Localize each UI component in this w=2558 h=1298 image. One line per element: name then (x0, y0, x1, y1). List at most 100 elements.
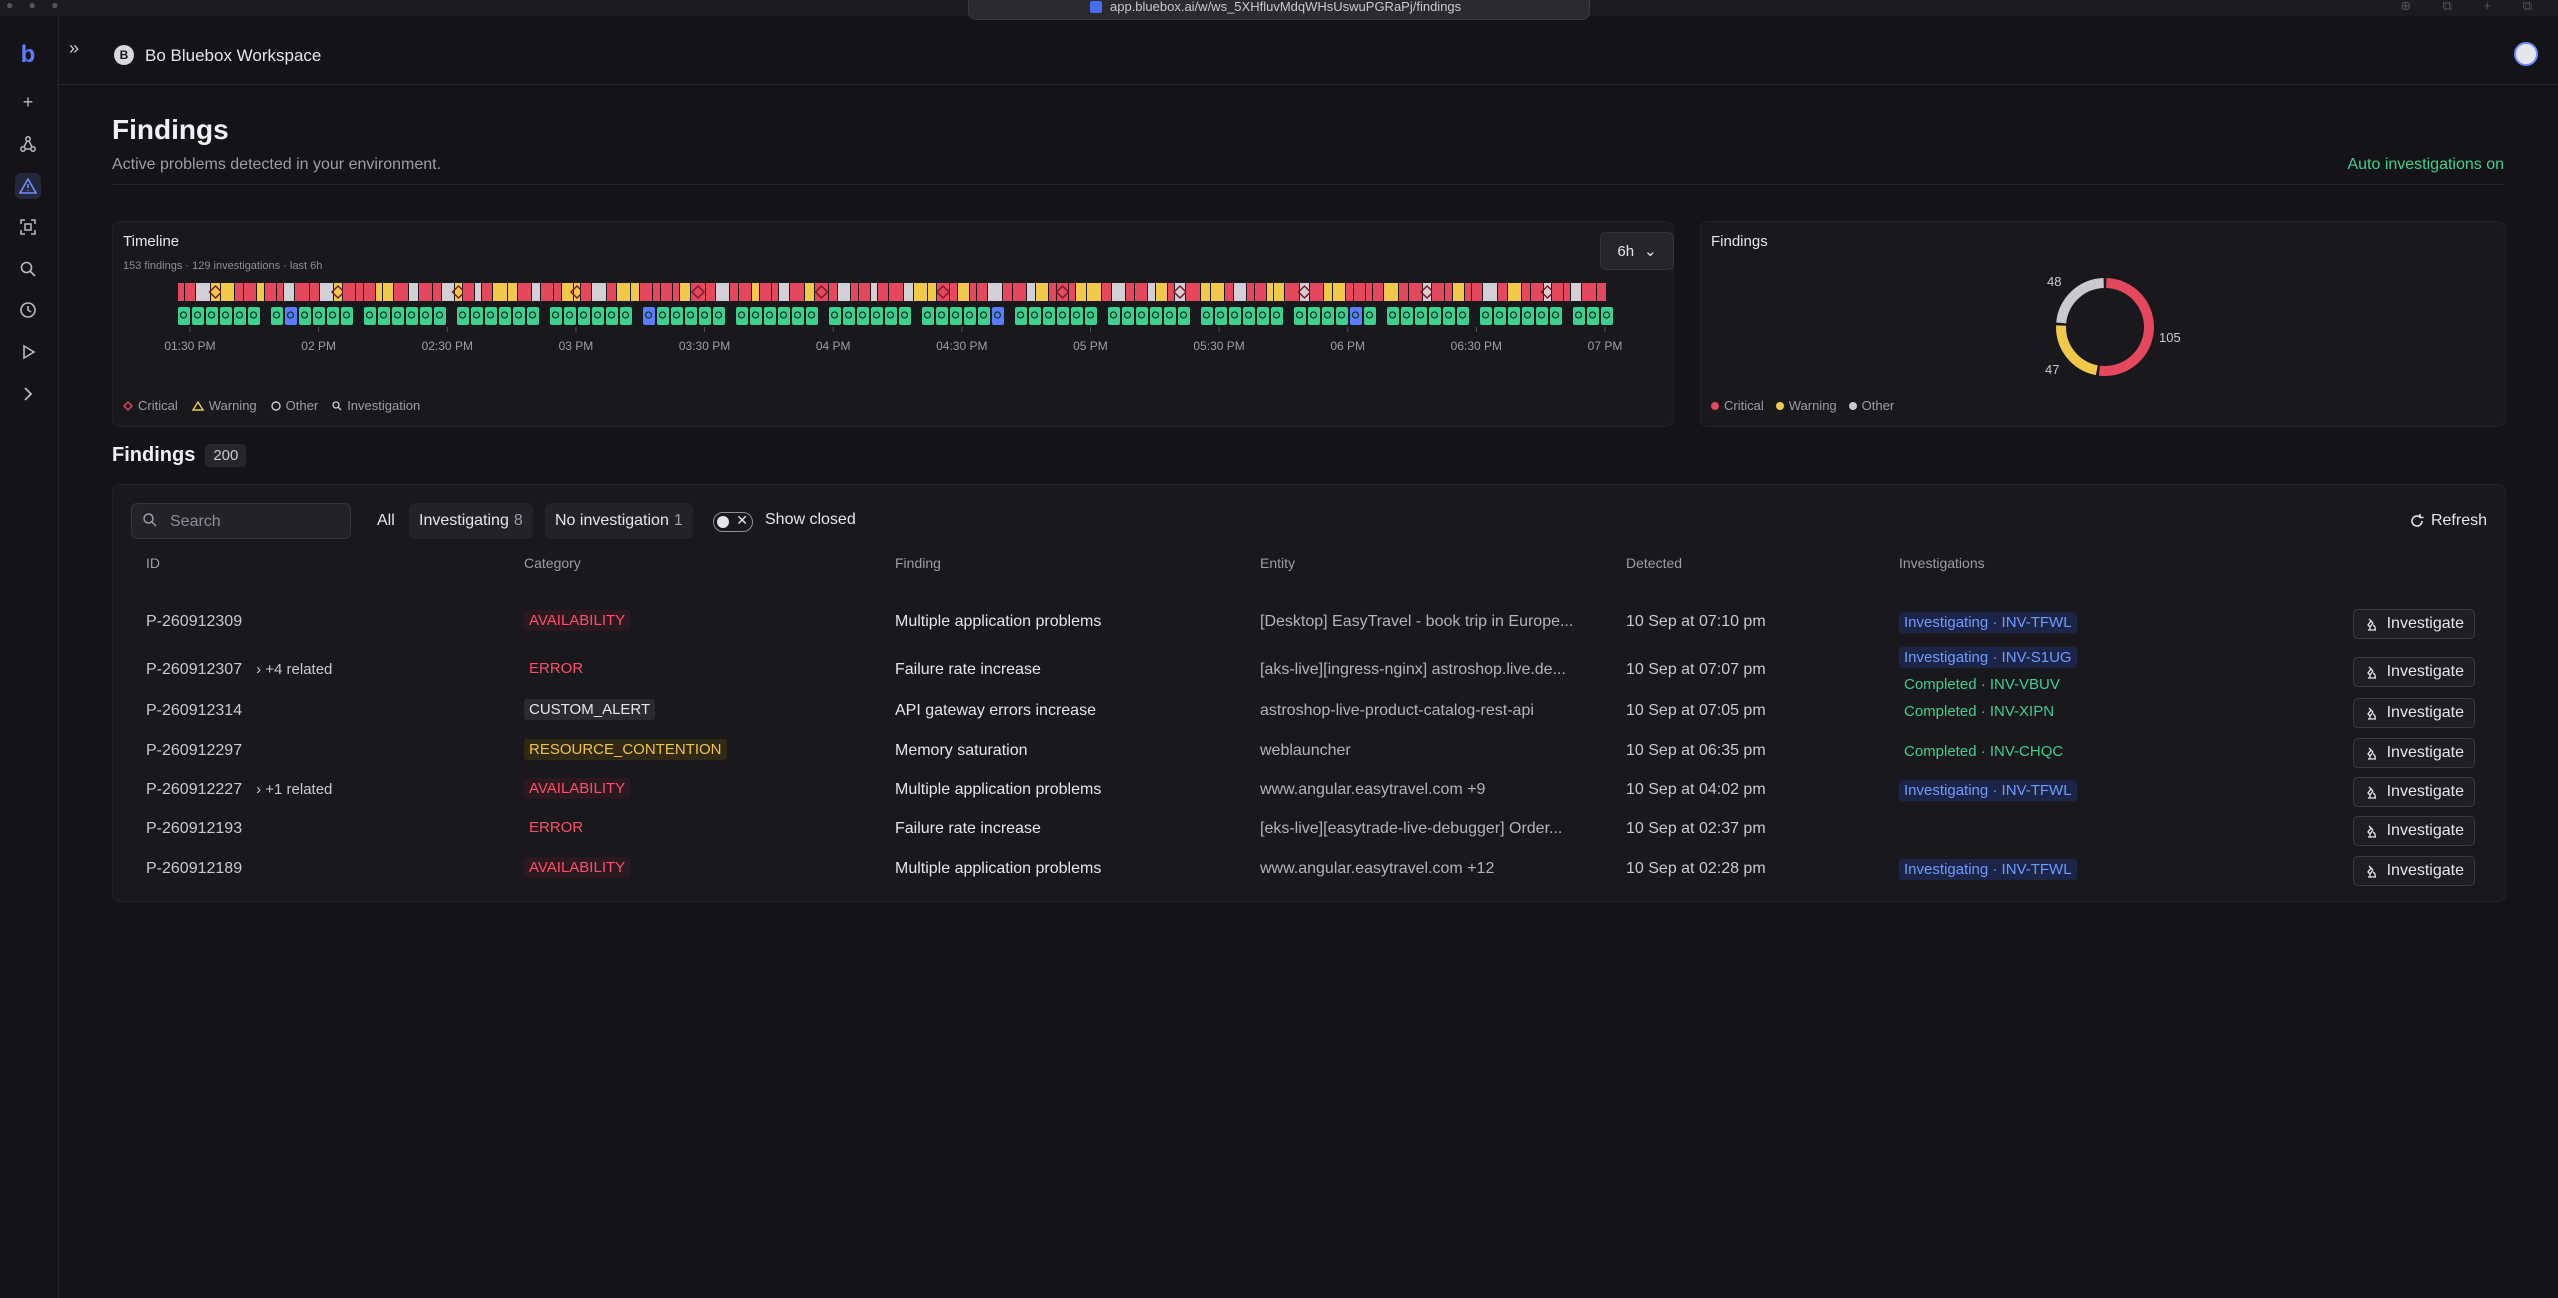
investigation-link[interactable]: Completed · INV-XIPN (1899, 701, 2059, 722)
investigation-link[interactable]: Investigating · INV-TFWL (1899, 612, 2077, 633)
timeline-finding-critical[interactable] (1597, 283, 1606, 301)
timeline-finding-other[interactable] (716, 283, 729, 301)
show-closed-label[interactable]: Show closed (765, 511, 856, 529)
timeline-investigation[interactable] (299, 307, 311, 325)
timeline-finding-critical[interactable] (364, 283, 375, 301)
timeline-finding-critical[interactable] (1255, 283, 1266, 301)
timeline-finding-warning[interactable] (1156, 283, 1167, 301)
timeline-investigation[interactable] (1308, 307, 1320, 325)
timeline-finding-other[interactable] (284, 283, 294, 301)
related-findings-toggle[interactable]: › +1 related (256, 781, 332, 798)
timeline-investigation[interactable] (550, 307, 562, 325)
timeline-finding-warning[interactable] (680, 283, 690, 301)
timeline-chart[interactable] (123, 277, 1643, 357)
timeline-investigation[interactable] (899, 307, 911, 325)
timeline-finding-critical[interactable] (889, 283, 903, 301)
browser-actions[interactable]: ⊕ ⧉ + ⧉ (2400, 0, 2546, 14)
bluebox-logo[interactable]: b (15, 41, 41, 68)
finding-id[interactable]: P-260912307 › +4 related (146, 661, 332, 679)
timeline-finding-critical[interactable] (1465, 283, 1471, 301)
timeline-finding-critical[interactable] (977, 283, 987, 301)
table-row[interactable]: P-260912189 AVAILABILITY Multiple applicat… (131, 856, 2487, 886)
timeline-finding-other[interactable] (409, 283, 418, 301)
timeline-investigation[interactable] (699, 307, 711, 325)
timeline-finding-critical[interactable] (1003, 283, 1012, 301)
timeline-investigation[interactable] (513, 307, 525, 325)
timeline-finding-warning[interactable] (221, 283, 234, 301)
timeline-investigation[interactable] (671, 307, 683, 325)
time-range-select[interactable]: 6h ⌄ (1600, 232, 1674, 270)
timeline-investigation[interactable] (922, 307, 934, 325)
timeline-finding-critical[interactable] (310, 283, 319, 301)
timeline-finding-critical[interactable] (1366, 283, 1372, 301)
timeline-finding-other[interactable] (1027, 283, 1035, 301)
timeline-finding-critical[interactable] (1013, 283, 1026, 301)
timeline-investigation[interactable] (885, 307, 897, 325)
timeline-finding-critical[interactable] (1049, 283, 1056, 301)
timeline-finding-warning[interactable] (1453, 283, 1464, 301)
timeline-investigation[interactable] (420, 307, 432, 325)
timeline-investigation[interactable] (1108, 307, 1120, 325)
timeline-investigation[interactable] (792, 307, 804, 325)
timeline-finding-other[interactable] (1112, 283, 1125, 301)
entity-name[interactable]: www.angular.easytravel.com +12 (1260, 860, 1494, 878)
timeline-investigation[interactable] (234, 307, 246, 325)
timeline-investigation[interactable] (1257, 307, 1269, 325)
entity-name[interactable]: [eks-live][easytrade-live-debugger] Orde… (1260, 820, 1562, 838)
timeline-finding-critical[interactable] (970, 283, 976, 301)
timeline-investigation[interactable] (1457, 307, 1469, 325)
timeline-investigation[interactable] (406, 307, 418, 325)
donut-slice-warning[interactable] (2056, 325, 2098, 376)
timeline-finding-critical[interactable] (244, 283, 256, 301)
timeline-finding-critical[interactable] (661, 283, 672, 301)
timeline-finding-other[interactable] (871, 283, 877, 301)
timeline-finding-critical[interactable] (394, 283, 408, 301)
timeline-finding-warning[interactable] (752, 283, 759, 301)
entity-name[interactable]: [aks-live][ingress-nginx] astroshop.live… (1260, 661, 1566, 679)
timeline-investigation[interactable] (1229, 307, 1241, 325)
timeline-investigation[interactable] (1150, 307, 1162, 325)
timeline-investigation[interactable] (1336, 307, 1348, 325)
timeline-finding-warning[interactable] (1333, 283, 1345, 301)
timeline-investigation[interactable] (950, 307, 962, 325)
timeline-finding-warning[interactable] (1324, 283, 1332, 301)
timeline-finding-warning[interactable] (1274, 283, 1284, 301)
timeline-investigation[interactable] (606, 307, 618, 325)
timeline-investigation[interactable] (192, 307, 204, 325)
timeline-investigation[interactable] (871, 307, 883, 325)
timeline-finding-critical[interactable] (1498, 283, 1507, 301)
timeline-finding-critical[interactable] (607, 283, 616, 301)
timeline-investigation[interactable] (220, 307, 232, 325)
timeline-finding-critical[interactable] (730, 283, 738, 301)
timeline-investigation[interactable] (1043, 307, 1055, 325)
timeline-finding-critical[interactable] (1522, 283, 1530, 301)
timeline-finding-critical[interactable] (1564, 283, 1570, 301)
timeline-finding-critical[interactable] (295, 283, 309, 301)
timeline-finding-other[interactable] (779, 283, 789, 301)
timeline-finding-critical[interactable] (859, 283, 870, 301)
timeline-investigation[interactable] (778, 307, 790, 325)
timeline-investigation[interactable] (736, 307, 748, 325)
search-box[interactable] (131, 503, 351, 540)
timeline-investigation[interactable] (829, 307, 841, 325)
workspace-avatar[interactable]: B (114, 45, 134, 65)
timeline-finding-critical[interactable] (541, 283, 553, 301)
timeline-investigation[interactable] (1587, 307, 1599, 325)
timeline-finding-other[interactable] (1483, 283, 1497, 301)
timeline-finding-critical[interactable] (554, 283, 561, 301)
timeline-finding-critical[interactable] (581, 283, 591, 301)
scan-icon[interactable] (15, 214, 41, 240)
finding-title[interactable]: Multiple application problems (895, 613, 1101, 631)
entity-name[interactable]: [Desktop] EasyTravel - book trip in Euro… (1260, 613, 1573, 631)
timeline-finding-warning[interactable] (1384, 283, 1398, 301)
timeline-finding-critical[interactable] (1582, 283, 1596, 301)
timeline-investigation[interactable] (1294, 307, 1306, 325)
col-header-investigations[interactable]: Investigations (1899, 555, 1985, 571)
timeline-finding-critical[interactable] (1552, 283, 1563, 301)
col-header-id[interactable]: ID (146, 555, 160, 571)
timeline-finding-other[interactable] (988, 283, 1002, 301)
timeline-investigation[interactable] (578, 307, 590, 325)
entity-name[interactable]: astroshop-live-product-catalog-rest-api (1260, 702, 1534, 720)
timeline-investigation[interactable] (1029, 307, 1041, 325)
timeline-finding-warning[interactable] (1087, 283, 1101, 301)
